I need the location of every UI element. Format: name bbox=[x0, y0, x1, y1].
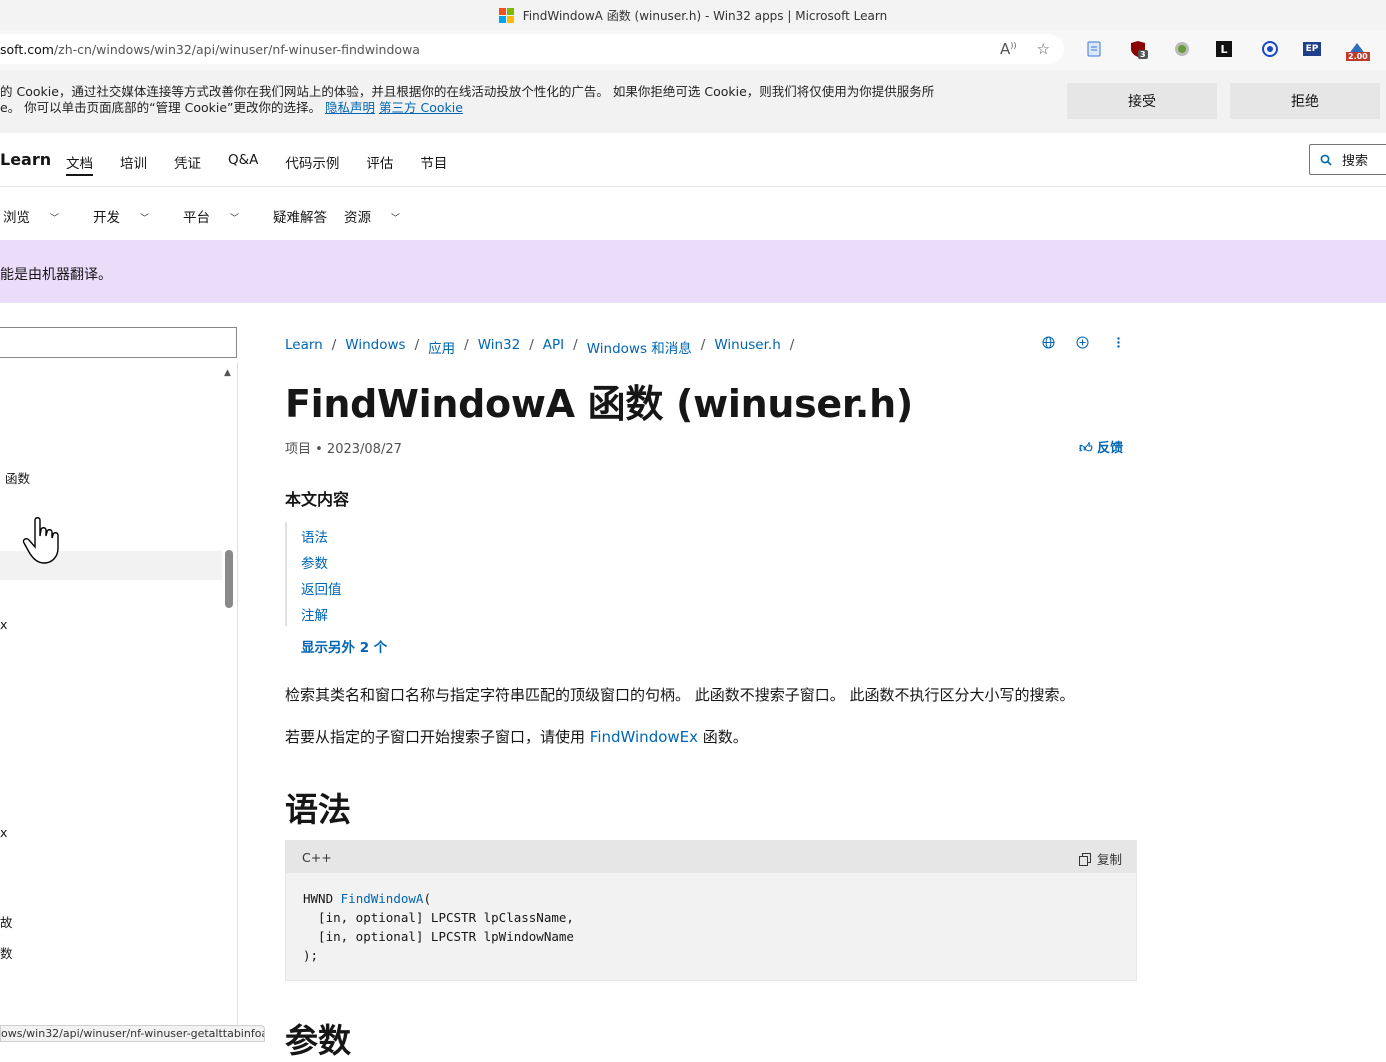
window-title: FindWindowA 函数 (winuser.h) - Win32 apps … bbox=[522, 8, 888, 23]
article-toc-link[interactable]: 注解 bbox=[301, 604, 328, 624]
breadcrumb-item[interactable]: Winuser.h bbox=[714, 337, 780, 357]
code-language: C++ bbox=[302, 850, 332, 865]
nav-qa[interactable]: Q&A bbox=[228, 152, 258, 176]
search-icon bbox=[1320, 154, 1332, 166]
hand-cursor-icon bbox=[22, 516, 62, 570]
subnav-develop[interactable]: 开发 ﹀ bbox=[93, 206, 166, 226]
machine-translation-banner: 能是由机器翻译。 bbox=[0, 240, 1386, 303]
toc-scrollbar-thumb[interactable] bbox=[225, 550, 233, 608]
article-toc-link[interactable]: 返回值 bbox=[301, 578, 342, 598]
nav-assessments[interactable]: 评估 bbox=[366, 152, 393, 176]
ublock-shield-icon[interactable]: 3 bbox=[1128, 39, 1148, 59]
thumbs-up-icon: 👍︎ bbox=[1079, 441, 1093, 456]
sub-nav: 浏览 ﹀ 开发 ﹀ 平台 ﹀ 疑难解答 资源 ﹀ bbox=[0, 187, 1386, 240]
article-toc-link[interactable]: 语法 bbox=[301, 526, 328, 546]
speed-extension-icon[interactable]: 2.00 bbox=[1345, 39, 1370, 61]
findwindowex-paragraph: 若要从指定的子窗口开始搜索子窗口，请使用 FindWindowEx 函数。 bbox=[285, 728, 748, 746]
chevron-down-icon: ﹀ bbox=[230, 214, 240, 224]
url-host: soft.com bbox=[0, 41, 54, 57]
c-extension-icon[interactable] bbox=[1260, 39, 1280, 59]
findwindowex-link[interactable]: FindWindowEx bbox=[590, 728, 698, 746]
collections-extension-icon[interactable] bbox=[1084, 39, 1104, 59]
green-dot-extension-icon[interactable] bbox=[1172, 39, 1192, 59]
toc-item[interactable]: 函数 bbox=[5, 468, 30, 487]
show-more-button[interactable]: 显示另外 2 个 bbox=[301, 636, 387, 656]
in-this-article-heading: 本文内容 bbox=[285, 490, 350, 509]
language-globe-icon[interactable] bbox=[1042, 336, 1055, 353]
toc-item[interactable]: 故 bbox=[0, 912, 13, 931]
cookie-banner: 的 Cookie，通过社交媒体连接等方式改善你在我们网站上的体验，并且根据你的在… bbox=[0, 70, 1386, 133]
breadcrumb-item[interactable]: API bbox=[543, 337, 564, 357]
scroll-up-arrow-icon[interactable]: ▲ bbox=[224, 368, 231, 378]
nav-code-samples[interactable]: 代码示例 bbox=[285, 152, 339, 176]
accept-cookie-button[interactable]: 接受 bbox=[1067, 83, 1217, 119]
privacy-statement-link[interactable]: 隐私声明 bbox=[325, 100, 375, 115]
article-toc-link[interactable]: 参数 bbox=[301, 552, 328, 572]
search-label: 搜索 bbox=[1342, 154, 1369, 169]
nav-training[interactable]: 培训 bbox=[120, 152, 147, 176]
toc-item[interactable]: x bbox=[0, 825, 7, 840]
toc-divider bbox=[237, 362, 238, 1040]
copy-code-button[interactable]: 复制 bbox=[1078, 849, 1122, 868]
add-to-collection-icon[interactable] bbox=[1076, 336, 1089, 353]
syntax-heading: 语法 bbox=[285, 790, 351, 829]
breadcrumb-item[interactable]: Windows 和消息 bbox=[587, 337, 692, 357]
url-path: /zh-cn/windows/win32/api/winuser/nf-winu… bbox=[53, 41, 420, 57]
status-bar-url: ows/win32/api/winuser/nf-winuser-getaltt… bbox=[0, 1025, 265, 1042]
subnav-platform[interactable]: 平台 ﹀ bbox=[183, 206, 256, 226]
breadcrumb-item[interactable]: 应用 bbox=[428, 337, 455, 357]
toc-filter-input[interactable] bbox=[0, 327, 237, 358]
nav-credentials[interactable]: 凭证 bbox=[174, 152, 201, 176]
top-nav: 文档 培训 凭证 Q&A 代码示例 评估 节目 bbox=[66, 152, 474, 176]
parameters-heading: 参数 bbox=[285, 1021, 351, 1060]
subnav-resources[interactable]: 资源 ﹀ bbox=[344, 206, 417, 226]
subnav-browse[interactable]: 浏览 ﹀ bbox=[3, 206, 76, 226]
cookie-text: 的 Cookie，通过社交媒体连接等方式改善你在我们网站上的体验，并且根据你的在… bbox=[0, 84, 935, 115]
favorite-star-icon[interactable]: ☆ bbox=[1037, 40, 1050, 58]
ep-extension-icon[interactable]: EP bbox=[1303, 42, 1321, 56]
site-header: Learn 文档 培训 凭证 Q&A 代码示例 评估 节目 搜索 bbox=[0, 133, 1386, 187]
address-bar[interactable]: soft.com /zh-cn/windows/win32/api/winuse… bbox=[0, 34, 1064, 64]
breadcrumb-item[interactable]: Windows bbox=[345, 337, 405, 357]
read-aloud-icon[interactable]: A)) bbox=[1000, 40, 1017, 58]
more-options-icon[interactable] bbox=[1116, 336, 1121, 353]
search-button[interactable]: 搜索 bbox=[1309, 144, 1386, 175]
window-titlebar: FindWindowA 函数 (winuser.h) - Win32 apps … bbox=[0, 0, 1386, 30]
toc-item[interactable]: 数 bbox=[0, 943, 13, 962]
nav-docs[interactable]: 文档 bbox=[66, 152, 93, 176]
microsoft-logo-icon bbox=[498, 7, 514, 23]
breadcrumb-item[interactable]: Learn bbox=[285, 337, 323, 357]
breadcrumb-item[interactable]: Win32 bbox=[478, 337, 521, 357]
copy-icon bbox=[1078, 853, 1091, 866]
browser-toolbar: soft.com /zh-cn/windows/win32/api/winuse… bbox=[0, 30, 1386, 70]
chevron-down-icon: ﹀ bbox=[391, 214, 401, 224]
article-toc-rail bbox=[285, 522, 287, 626]
article-meta: 项目 • 2023/08/27 bbox=[285, 442, 402, 457]
learn-brand-link[interactable]: Learn bbox=[0, 150, 51, 169]
toc-item[interactable]: x bbox=[0, 617, 7, 632]
speed-badge: 2.00 bbox=[1346, 52, 1370, 61]
code-block: HWND FindWindowA( [in, optional] LPCSTR … bbox=[285, 873, 1137, 981]
page-title: FindWindowA 函数 (winuser.h) bbox=[285, 382, 913, 426]
code-block-header: C++ 复制 bbox=[285, 840, 1137, 873]
chevron-down-icon: ﹀ bbox=[140, 214, 150, 224]
l-extension-icon[interactable]: L bbox=[1216, 41, 1232, 57]
third-party-cookie-link[interactable]: 第三方 Cookie bbox=[379, 100, 463, 115]
subnav-troubleshoot[interactable]: 疑难解答 bbox=[273, 206, 327, 226]
feedback-button[interactable]: 👍︎ 反馈 bbox=[1079, 437, 1123, 456]
breadcrumb: Learn / Windows / 应用 / Win32/ API / Windows … bbox=[285, 337, 795, 357]
shield-badge: 3 bbox=[1138, 50, 1148, 59]
chevron-down-icon: ﹀ bbox=[50, 214, 60, 224]
description-paragraph: 检索其类名和窗口名称与指定字符串匹配的顶级窗口的句柄。 此函数不搜索子窗口。 此… bbox=[285, 686, 1075, 704]
nav-shows[interactable]: 节目 bbox=[420, 152, 447, 176]
reject-cookie-button[interactable]: 拒绝 bbox=[1230, 83, 1380, 119]
